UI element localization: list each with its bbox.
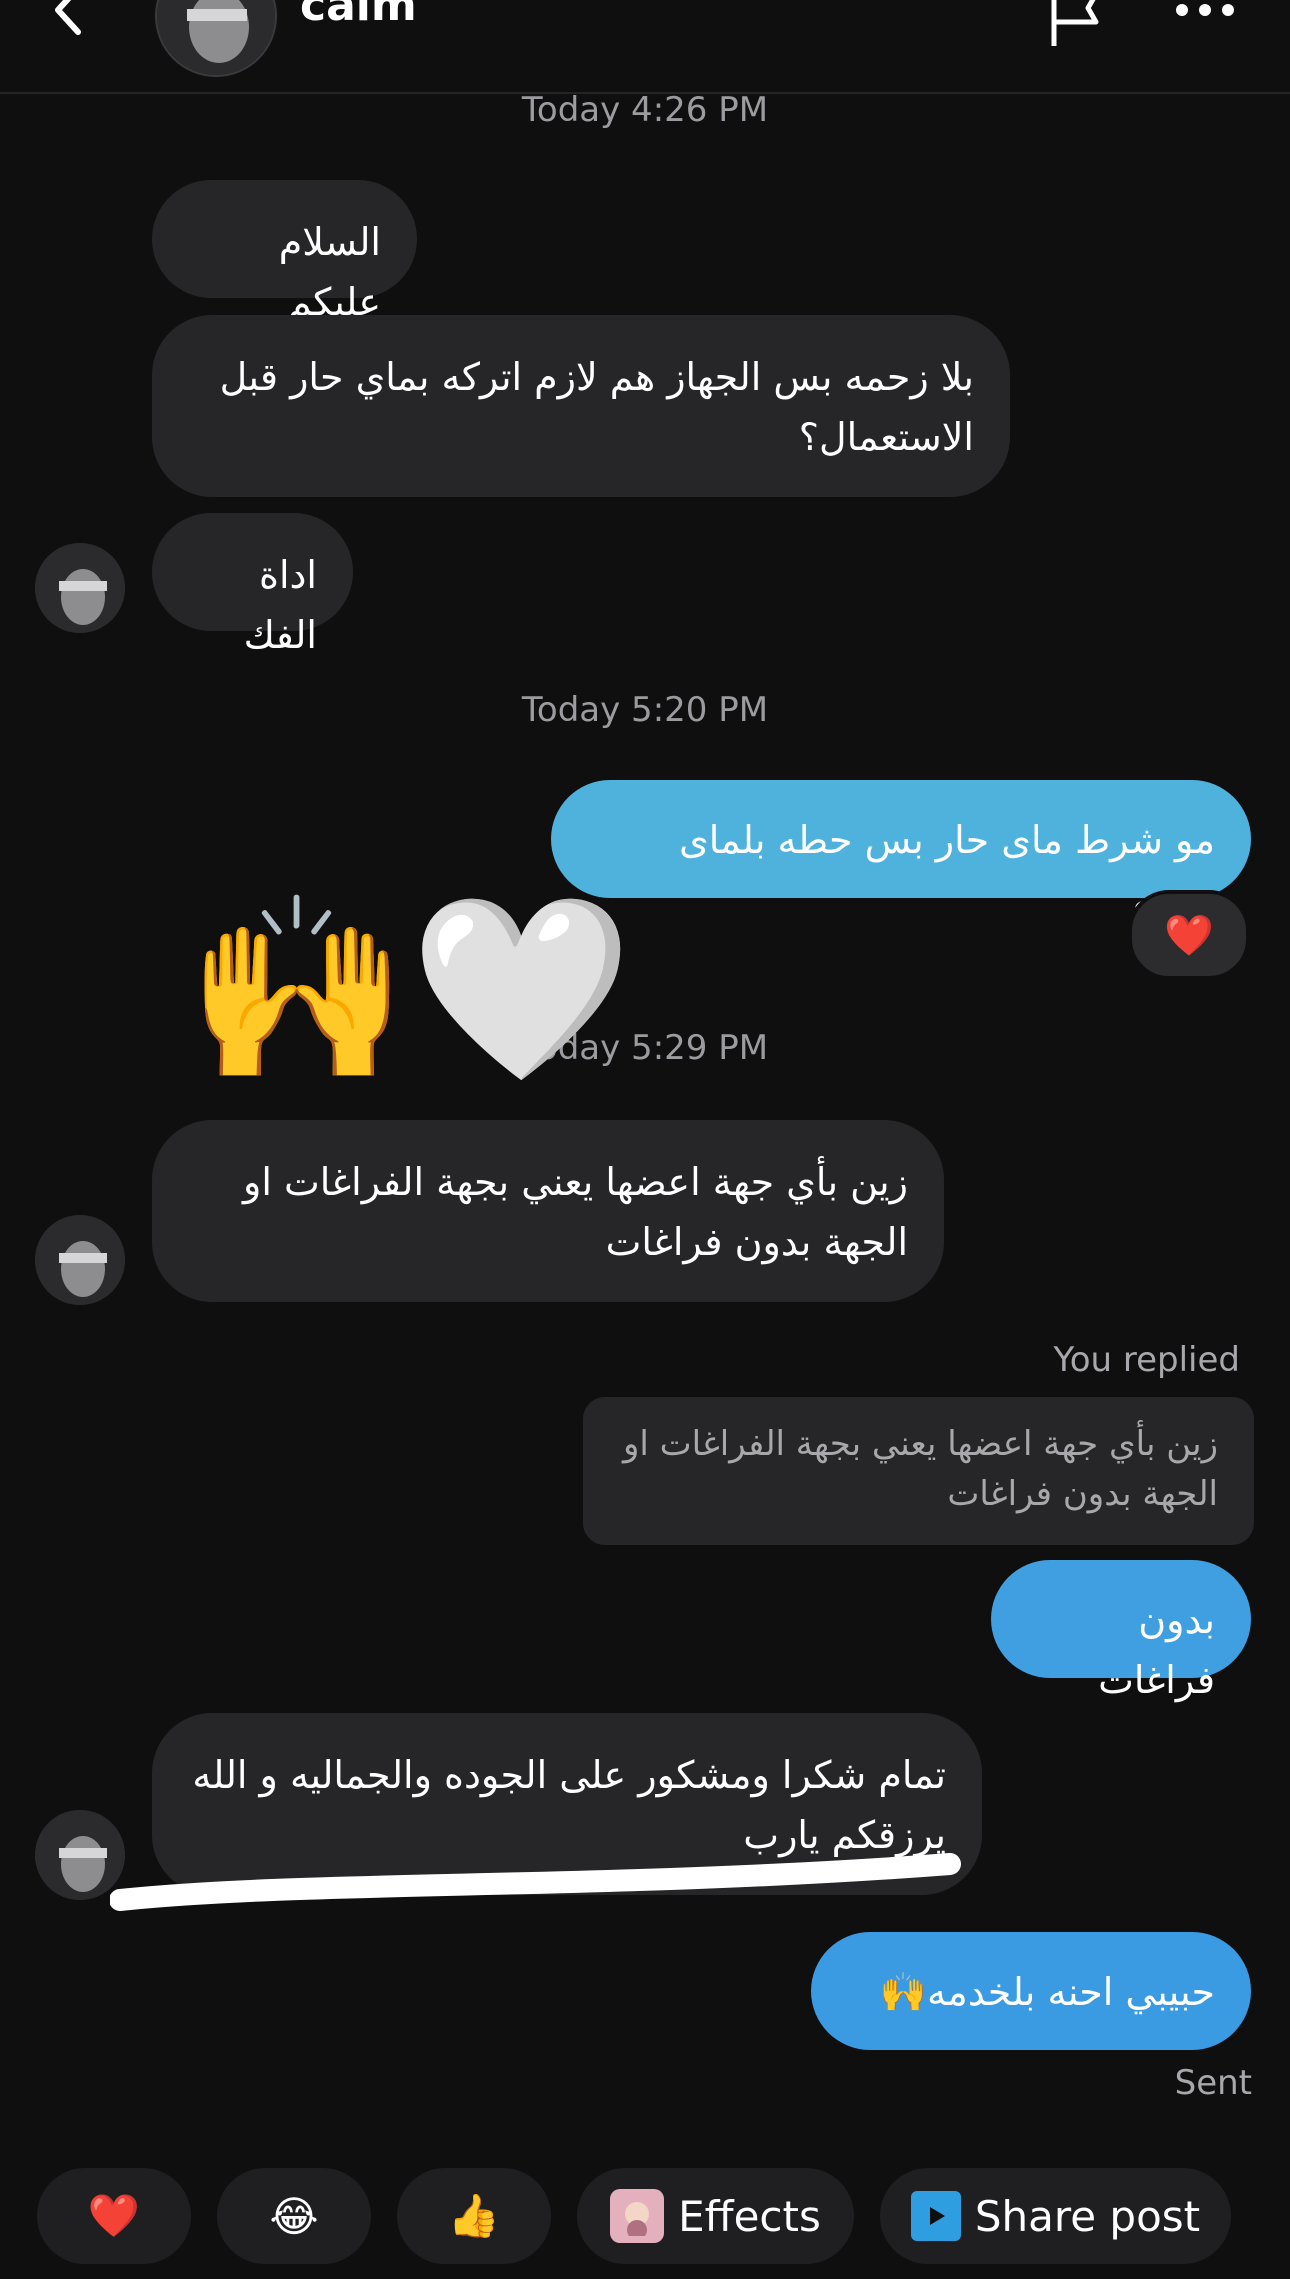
sender-avatar[interactable] <box>35 1810 125 1900</box>
incoming-message[interactable]: زين بأي جهة اعضها يعني بجهة الفراغات او … <box>152 1120 944 1302</box>
outgoing-message[interactable]: مو شرط ماى حار بس حطه بلماى شويه <box>551 780 1251 922</box>
play-share-icon <box>910 2191 961 2241</box>
chat-header: calm <box>0 0 1290 94</box>
avatar-photo-icon <box>157 0 275 75</box>
heart-icon: ❤️ <box>87 2191 141 2240</box>
share-post-label: Share post <box>974 2191 1201 2241</box>
raised-hands-heart-sticker[interactable]: 🙌🤍 <box>185 890 633 1090</box>
sender-avatar[interactable] <box>35 1215 125 1305</box>
timestamp: Today 5:20 PM <box>521 690 769 730</box>
incoming-message[interactable]: اداة الفك <box>152 513 353 657</box>
timestamp: Today 4:26 PM <box>521 90 769 130</box>
dm-thread-screen: calm Today 4:26 PM السلام عليكم بلا زحمه… <box>0 0 1290 2279</box>
quick-heart-button[interactable]: ❤️ <box>37 2168 191 2264</box>
sent-status: Sent <box>1174 2063 1252 2103</box>
sender-avatar[interactable] <box>35 543 125 633</box>
contact-name[interactable]: calm <box>300 0 417 31</box>
heart-reaction-icon: ❤️ <box>1164 912 1214 959</box>
outgoing-message[interactable]: بدون فراغات <box>991 1560 1251 1702</box>
reply-quote[interactable]: زين بأي جهة اعضها يعني بجهة الفراغات او … <box>583 1397 1254 1545</box>
effects-button[interactable]: Effects <box>577 2168 854 2264</box>
quick-laugh-button[interactable]: 😂 <box>217 2168 371 2264</box>
avatar-photo-icon <box>35 1215 125 1305</box>
thumbs-up-icon: 👍 <box>447 2191 501 2240</box>
incoming-message[interactable]: السلام عليكم <box>152 180 417 324</box>
back-chevron-icon[interactable] <box>40 0 100 40</box>
effects-face-icon <box>610 2189 665 2243</box>
outgoing-message[interactable]: حبيبي احنه بلخدمه🙌 <box>811 1932 1251 2050</box>
more-options-icon[interactable] <box>1170 0 1240 30</box>
laughing-face-icon: 😂 <box>269 2191 319 2241</box>
contact-avatar[interactable] <box>155 0 277 77</box>
flag-icon[interactable] <box>1040 0 1110 50</box>
avatar-photo-icon <box>35 543 125 633</box>
quick-thumbs-up-button[interactable]: 👍 <box>397 2168 551 2264</box>
you-replied-label: You replied <box>1053 1340 1240 1380</box>
white-brush-stroke <box>110 1853 961 1911</box>
share-post-button[interactable]: Share post <box>880 2168 1231 2264</box>
heart-reaction[interactable]: ❤️ <box>1128 890 1250 980</box>
avatar-photo-icon <box>35 1810 125 1900</box>
incoming-message[interactable]: بلا زحمه بس الجهاز هم لازم اتركه بماي حا… <box>152 315 1010 497</box>
effects-label: Effects <box>678 2191 821 2241</box>
